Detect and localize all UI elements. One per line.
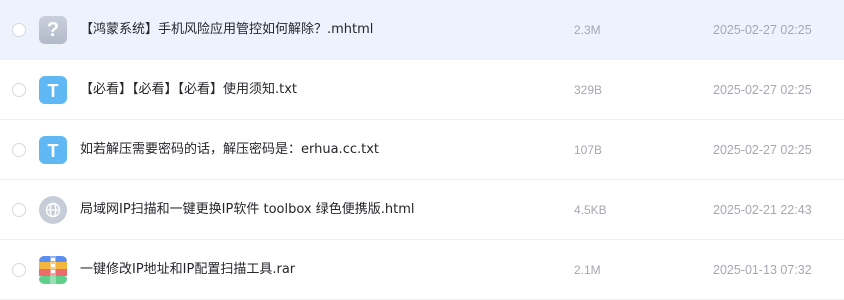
row-checkbox[interactable]: [12, 23, 26, 37]
text-file-icon: T: [39, 136, 67, 164]
icon-glyph: ?: [46, 19, 60, 41]
file-date: 2025-02-27 02:25: [713, 23, 812, 37]
archive-file-icon: [39, 256, 67, 284]
file-name[interactable]: 【鸿蒙系统】手机风险应用管控如何解除？.mhtml: [80, 21, 373, 39]
zip-archive-icon: [39, 256, 67, 284]
file-date: 2025-02-27 02:25: [713, 143, 812, 157]
file-size: 329B: [574, 83, 603, 97]
file-size: 107B: [574, 143, 603, 157]
row-checkbox[interactable]: [12, 203, 26, 217]
file-row[interactable]: 局域网IP扫描和一键更换IP软件 toolbox 绿色便携版.html 4.5K…: [0, 180, 844, 240]
file-name[interactable]: 如若解压需要密码的话，解压密码是：erhua.cc.txt: [80, 141, 379, 159]
file-list: ? 【鸿蒙系统】手机风险应用管控如何解除？.mhtml 2.3M 2025-02…: [0, 0, 844, 300]
file-size: 2.1M: [574, 263, 601, 277]
file-row[interactable]: 一键修改IP地址和IP配置扫描工具.rar 2.1M 2025-01-13 07…: [0, 240, 844, 300]
globe-icon: [45, 202, 61, 218]
file-row[interactable]: ? 【鸿蒙系统】手机风险应用管控如何解除？.mhtml 2.3M 2025-02…: [0, 0, 844, 60]
file-name[interactable]: 【必看】【必看】【必看】使用须知.txt: [80, 81, 297, 99]
file-date: 2025-02-27 02:25: [713, 83, 812, 97]
row-checkbox[interactable]: [12, 263, 26, 277]
row-checkbox[interactable]: [12, 143, 26, 157]
row-checkbox[interactable]: [12, 83, 26, 97]
icon-glyph: T: [47, 80, 59, 101]
file-date: 2025-02-21 22:43: [713, 203, 812, 217]
text-file-icon: T: [39, 76, 67, 104]
unknown-file-icon: ?: [39, 16, 67, 44]
file-row[interactable]: T 如若解压需要密码的话，解压密码是：erhua.cc.txt 107B 202…: [0, 120, 844, 180]
web-file-icon: [39, 196, 67, 224]
file-name[interactable]: 局域网IP扫描和一键更换IP软件 toolbox 绿色便携版.html: [80, 201, 414, 219]
file-date: 2025-01-13 07:32: [713, 263, 812, 277]
file-name[interactable]: 一键修改IP地址和IP配置扫描工具.rar: [80, 261, 295, 279]
file-row[interactable]: T 【必看】【必看】【必看】使用须知.txt 329B 2025-02-27 0…: [0, 60, 844, 120]
file-size: 2.3M: [574, 23, 601, 37]
file-size: 4.5KB: [574, 203, 607, 217]
icon-glyph: T: [47, 140, 59, 161]
